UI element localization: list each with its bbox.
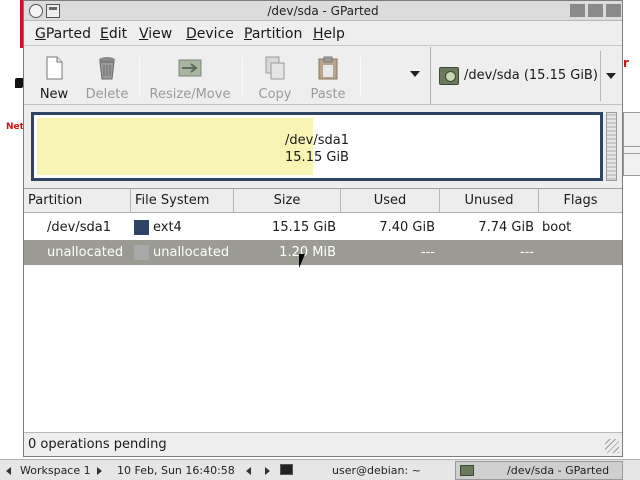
copy-label: Copy — [258, 87, 292, 102]
resize-move-icon — [178, 59, 202, 77]
gparted-task-icon — [460, 465, 474, 476]
desktop-fragment: r — [623, 56, 629, 70]
menu-help[interactable]: Help — [313, 26, 345, 42]
cell-filesystem: unallocated — [153, 245, 230, 260]
partition-table: Partition File System Size Used Unused F… — [24, 188, 622, 432]
disk-map: /dev/sda1 15.15 GiB — [24, 106, 622, 188]
device-selector-label: /dev/sda (15.15 GiB) — [464, 68, 598, 83]
unallocated-block[interactable] — [606, 112, 617, 181]
device-selector[interactable]: /dev/sda (15.15 GiB) — [430, 47, 622, 104]
task-prev-icon[interactable] — [246, 467, 251, 475]
desktop-window-fragment — [623, 112, 640, 176]
terminal-task[interactable]: user@debian: ~ — [332, 464, 421, 477]
column-header-file-system[interactable]: File System — [131, 189, 234, 213]
partition-block-text: /dev/sda1 15.15 GiB — [34, 132, 600, 166]
terminal-icon[interactable] — [280, 464, 293, 475]
column-header-partition[interactable]: Partition — [24, 189, 131, 213]
toolbar-separator — [360, 57, 361, 97]
gparted-task-label: /dev/sda - GParted — [507, 464, 610, 477]
paste-label: Paste — [310, 87, 346, 102]
resize-grip[interactable] — [605, 439, 619, 453]
task-next-icon[interactable] — [265, 467, 270, 475]
delete-label: Delete — [85, 87, 129, 102]
toolbar-separator — [242, 57, 243, 97]
new-label: New — [39, 87, 69, 102]
device-selector-divider — [600, 51, 601, 101]
workspace-next-icon[interactable] — [97, 467, 102, 475]
menu-partition[interactable]: Partition — [244, 26, 302, 42]
cell-used: --- — [420, 245, 435, 260]
resize-move-button[interactable]: Resize/Move — [148, 51, 232, 102]
new-button[interactable]: New — [30, 51, 78, 102]
close-button[interactable] — [606, 4, 621, 17]
title-bar: /dev/sda - GParted — [24, 1, 622, 21]
column-header-size[interactable]: Size — [234, 189, 341, 213]
cell-filesystem: ext4 — [153, 220, 182, 235]
cell-size: 15.15 GiB — [272, 220, 336, 235]
disk-icon — [439, 67, 459, 85]
filesystem-color-swatch — [134, 220, 149, 235]
resize-move-label: Resize/Move — [149, 87, 231, 102]
taskbar: Workspace 1 10 Feb, Sun 16:40:58 user@de… — [0, 459, 640, 480]
cell-unused: 7.74 GiB — [478, 220, 534, 235]
column-header-unused[interactable]: Unused — [440, 189, 539, 213]
partition-block-sda1[interactable]: /dev/sda1 15.15 GiB — [31, 112, 603, 181]
status-text: 0 operations pending — [28, 437, 167, 452]
table-header: Partition File System Size Used Unused F… — [24, 189, 622, 213]
workspace-label[interactable]: Workspace 1 — [20, 464, 91, 477]
cell-unused: --- — [519, 245, 534, 260]
minimize-button[interactable] — [570, 4, 585, 17]
cell-size: 1.20 MiB — [279, 245, 336, 260]
menu-edit[interactable]: Edit — [100, 26, 127, 42]
cell-partition: unallocated — [47, 245, 124, 260]
copy-button[interactable]: Copy — [251, 51, 299, 102]
menu-device[interactable]: Device — [186, 26, 234, 42]
partition-block-name: /dev/sda1 — [285, 133, 349, 148]
filesystem-color-swatch — [134, 245, 149, 260]
chevron-down-icon[interactable] — [606, 73, 616, 79]
toolbar-overflow-arrow[interactable] — [410, 71, 420, 77]
table-row[interactable]: unallocated unallocated 1.20 MiB --- --- — [24, 240, 622, 265]
workspace-prev-icon[interactable] — [6, 467, 11, 475]
column-header-flags[interactable]: Flags — [539, 189, 622, 213]
desktop-fragment — [15, 78, 23, 88]
delete-icon — [99, 57, 115, 80]
delete-button[interactable]: Delete — [82, 51, 132, 102]
menu-view[interactable]: View — [139, 26, 172, 42]
desktop-fragment-label: Net — [6, 122, 24, 132]
paste-button[interactable]: Paste — [304, 51, 352, 102]
cell-used: 7.40 GiB — [379, 220, 435, 235]
mouse-pointer-icon — [299, 254, 305, 268]
paste-icon — [318, 56, 338, 80]
status-bar: 0 operations pending — [24, 432, 622, 456]
toolbar-separator — [139, 57, 140, 97]
toolbar: New Delete Resize/Move Copy Paste /dev/s… — [24, 47, 622, 105]
gparted-task-button[interactable]: /dev/sda - GParted — [455, 461, 623, 480]
partition-block-size: 15.15 GiB — [285, 150, 349, 165]
new-icon — [46, 56, 63, 80]
column-header-used[interactable]: Used — [341, 189, 440, 213]
menu-gparted[interactable]: GParted — [35, 26, 91, 42]
window-title: /dev/sda - GParted — [267, 4, 379, 18]
menu-bar: GParted Edit View Device Partition Help — [24, 22, 622, 46]
maximize-button[interactable] — [588, 4, 603, 17]
cell-flags: boot — [542, 220, 572, 235]
cell-partition: /dev/sda1 — [47, 220, 111, 235]
clock: 10 Feb, Sun 16:40:58 — [117, 464, 235, 477]
copy-icon — [265, 56, 285, 80]
gparted-window: /dev/sda - GParted GParted Edit View Dev… — [23, 0, 623, 457]
table-row[interactable]: /dev/sda1 ext4 15.15 GiB 7.40 GiB 7.74 G… — [24, 215, 622, 240]
